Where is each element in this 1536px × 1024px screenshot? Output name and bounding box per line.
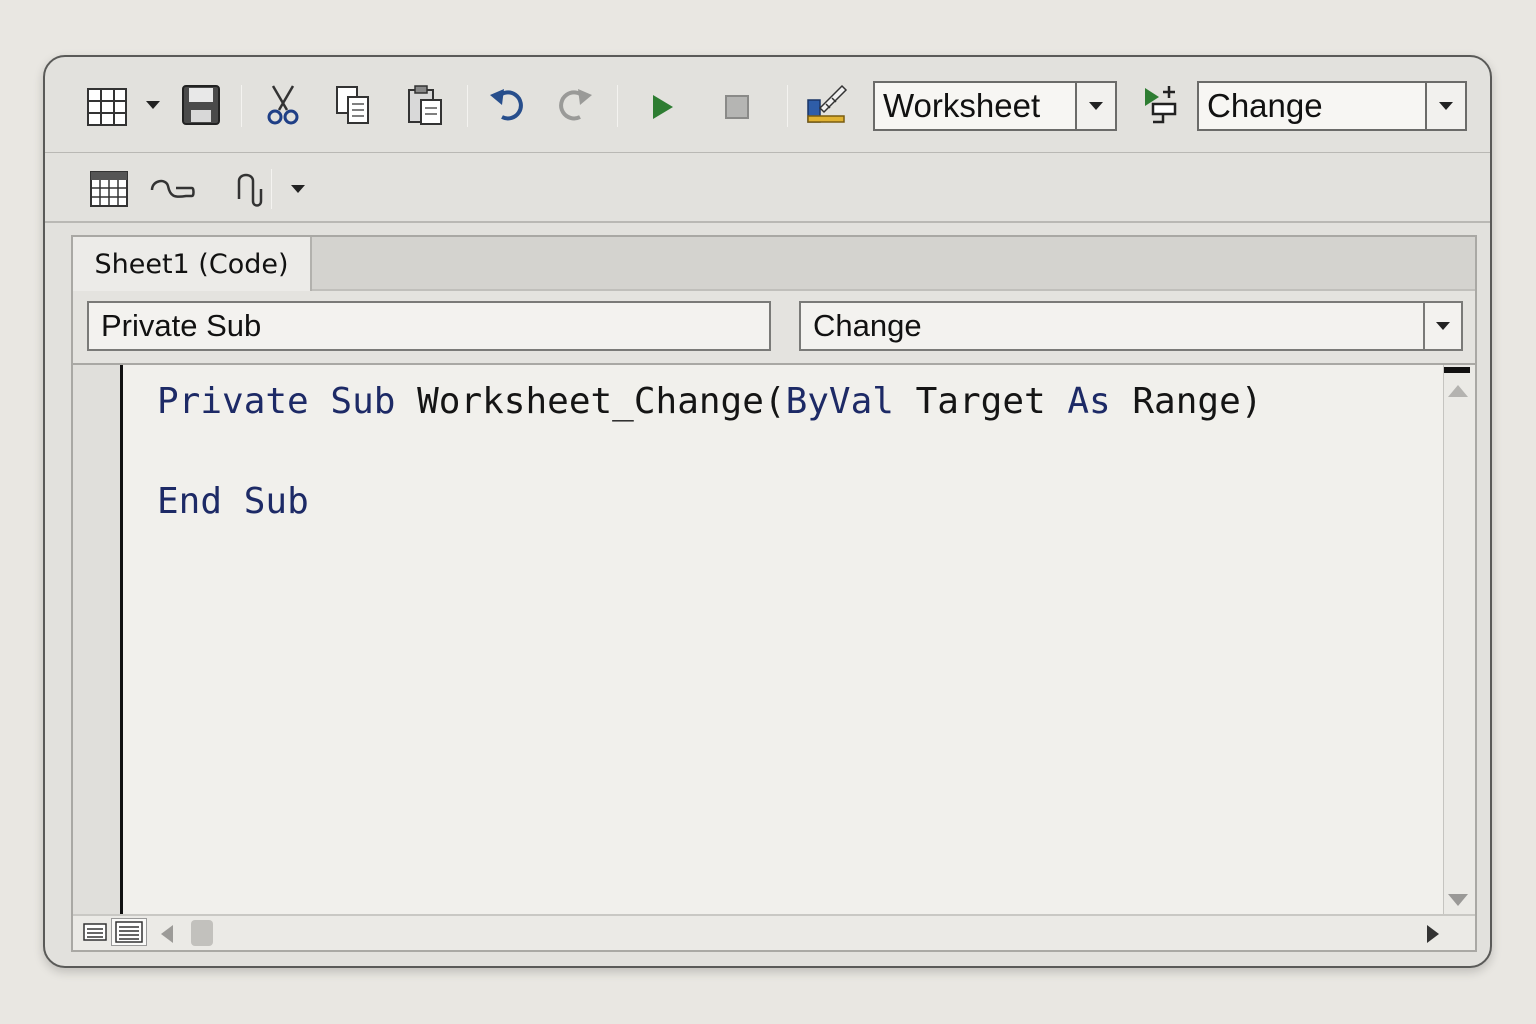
object-combo[interactable]: Worksheet — [873, 81, 1117, 131]
split-bar[interactable] — [1444, 367, 1470, 373]
procedure-view-icon[interactable] — [83, 922, 107, 942]
procedure-combo[interactable]: Change — [1197, 81, 1467, 131]
scroll-up-icon[interactable] — [1448, 385, 1468, 397]
procedure-box[interactable]: Change — [799, 301, 1463, 351]
object-combo-value: Worksheet — [883, 87, 1041, 124]
standard-toolbar: Worksheet Change — [45, 57, 1490, 153]
scroll-right-icon[interactable] — [1427, 925, 1439, 943]
code-text[interactable]: Private Sub Worksheet_Change(ByVal Targe… — [157, 377, 1262, 527]
view-excel-grid-icon[interactable] — [85, 85, 129, 129]
horizontal-scroll-thumb[interactable] — [191, 920, 213, 946]
object-box[interactable]: Private Sub — [87, 301, 771, 351]
chevron-down-icon[interactable] — [1425, 83, 1465, 129]
edit-toolbar — [45, 153, 1490, 223]
procedure-combo-value: Change — [1207, 87, 1323, 124]
save-floppy-icon[interactable] — [179, 83, 223, 127]
comment-block-icon[interactable] — [147, 169, 197, 209]
insert-procedure-icon[interactable] — [1139, 83, 1183, 127]
cut-scissors-icon[interactable] — [261, 83, 305, 127]
run-play-icon[interactable] — [643, 89, 683, 125]
code-window: Sheet1 (Code) Private Sub Change Private… — [71, 235, 1477, 952]
scroll-down-icon[interactable] — [1448, 894, 1468, 906]
full-module-view-icon[interactable] — [111, 918, 147, 946]
vba-editor-window: Worksheet Change Sheet1 (Code) Private S… — [43, 55, 1492, 968]
code-line: Private Sub Worksheet_Change(ByVal Targe… — [157, 381, 1263, 422]
vertical-scrollbar[interactable] — [1443, 365, 1475, 916]
tab-strip — [312, 237, 1475, 291]
undo-icon[interactable] — [485, 85, 529, 125]
copy-icon[interactable] — [331, 83, 375, 127]
procedure-box-value: Change — [813, 308, 922, 343]
code-line: End Sub — [157, 481, 309, 522]
redo-icon[interactable] — [553, 85, 597, 125]
horizontal-scrollbar[interactable] — [73, 914, 1475, 950]
chevron-down-icon[interactable] — [287, 179, 309, 199]
design-mode-icon[interactable] — [803, 81, 849, 127]
tab-sheet1-code[interactable]: Sheet1 (Code) — [73, 237, 312, 291]
code-dropdown-row: Private Sub Change — [73, 291, 1475, 365]
chevron-down-icon[interactable] — [1423, 303, 1461, 349]
paste-clipboard-icon[interactable] — [403, 83, 447, 127]
table-icon[interactable] — [87, 167, 131, 211]
uncomment-block-icon[interactable] — [225, 167, 269, 211]
object-box-value: Private Sub — [101, 308, 262, 343]
margin-indicator-bar[interactable] — [73, 365, 123, 916]
scroll-left-icon[interactable] — [161, 925, 173, 943]
chevron-down-icon[interactable] — [1075, 83, 1115, 129]
reset-stop-icon[interactable] — [717, 89, 757, 125]
chevron-down-icon[interactable] — [143, 95, 163, 115]
code-editor[interactable]: Private Sub Worksheet_Change(ByVal Targe… — [73, 365, 1445, 916]
